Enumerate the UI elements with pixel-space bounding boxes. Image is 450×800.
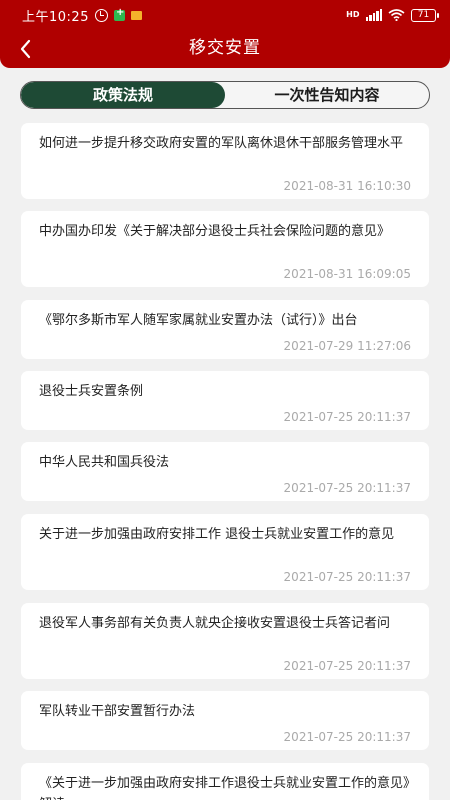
list-item[interactable]: 关于进一步加强由政府安排工作 退役士兵就业安置工作的意见 2021-07-25 … — [21, 514, 429, 590]
article-time: 2021-07-29 11:27:06 — [283, 339, 411, 353]
article-title: 退役军人事务部有关负责人就央企接收安置退役士兵答记者问 — [39, 616, 391, 631]
flag-notification-icon — [130, 10, 142, 20]
list-item[interactable]: 中办国办印发《关于解决部分退役士兵社会保险问题的意见》 2021-08-31 1… — [21, 211, 429, 287]
app-header: 移交安置 — [0, 30, 450, 68]
status-time: 上午10:25 — [22, 9, 89, 25]
battery-icon: 71 — [411, 8, 439, 22]
list-item[interactable]: 《关于进一步加强由政府安排工作退役士兵就业安置工作的意见》解读 — [21, 763, 429, 800]
list-item[interactable]: 退役士兵安置条例 2021-07-25 20:11:37 — [21, 371, 429, 430]
article-title: 中办国办印发《关于解决部分退役士兵社会保险问题的意见》 — [39, 224, 391, 239]
article-title: 《关于进一步加强由政府安排工作退役士兵就业安置工作的意见》解读 — [39, 776, 410, 800]
app-notification-icon — [113, 7, 125, 21]
tab-one-time-notice[interactable]: 一次性告知内容 — [225, 82, 429, 108]
article-time: 2021-08-31 16:09:05 — [283, 267, 411, 281]
status-bar: 上午10:25 HD 71 — [0, 0, 450, 30]
tab-policy-regulations[interactable]: 政策法规 — [21, 82, 225, 108]
alarm-icon — [94, 8, 108, 22]
cellular-signal-icon — [365, 9, 382, 21]
article-time: 2021-07-25 20:11:37 — [283, 570, 411, 584]
article-time: 2021-07-25 20:11:37 — [283, 410, 411, 424]
list-item[interactable]: 中华人民共和国兵役法 2021-07-25 20:11:37 — [21, 442, 429, 501]
article-time: 2021-07-25 20:11:37 — [283, 730, 411, 744]
list-item[interactable]: 退役军人事务部有关负责人就央企接收安置退役士兵答记者问 2021-07-25 2… — [21, 603, 429, 679]
article-title: 如何进一步提升移交政府安置的军队离休退休干部服务管理水平 — [39, 136, 404, 151]
article-title: 关于进一步加强由政府安排工作 退役士兵就业安置工作的意见 — [39, 527, 395, 542]
page-title: 移交安置 — [189, 38, 261, 58]
list-item[interactable]: 如何进一步提升移交政府安置的军队离休退休干部服务管理水平 2021-08-31 … — [21, 123, 429, 199]
article-title: 退役士兵安置条例 — [39, 384, 144, 399]
article-title: 中华人民共和国兵役法 — [39, 455, 170, 470]
tab-bar: 政策法规 一次性告知内容 — [20, 81, 430, 109]
list-item[interactable]: 《鄂尔多斯市军人随军家属就业安置办法（试行）》出台 2021-07-29 11:… — [21, 300, 429, 359]
wifi-icon — [388, 9, 405, 21]
article-time: 2021-07-25 20:11:37 — [283, 481, 411, 495]
article-time: 2021-08-31 16:10:30 — [283, 179, 411, 193]
article-title: 《鄂尔多斯市军人随军家属就业安置办法（试行）》出台 — [39, 313, 358, 328]
article-title: 军队转业干部安置暂行办法 — [39, 704, 196, 719]
article-time: 2021-07-25 20:11:37 — [283, 659, 411, 673]
hd-label: HD — [346, 10, 360, 19]
list-item[interactable]: 军队转业干部安置暂行办法 2021-07-25 20:11:37 — [21, 691, 429, 750]
